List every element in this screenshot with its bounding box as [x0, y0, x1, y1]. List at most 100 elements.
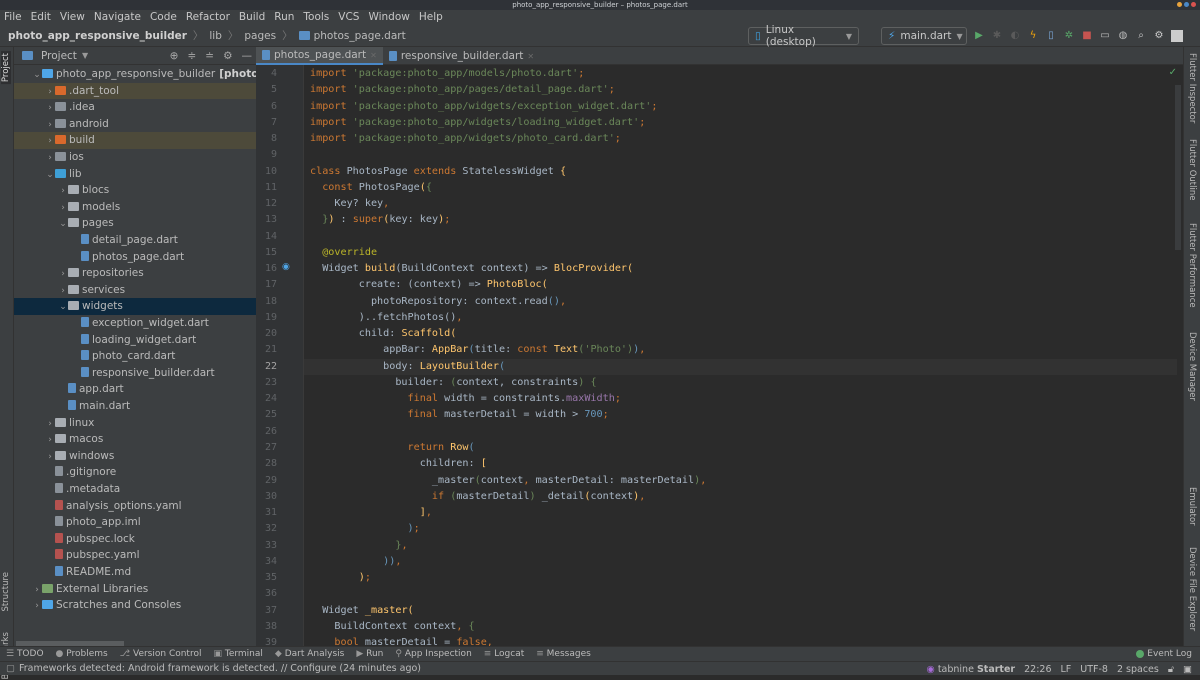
close-button[interactable]	[1191, 2, 1196, 7]
code-line[interactable]: const PhotosPage({	[310, 180, 1183, 196]
code-line[interactable]: ],	[310, 505, 1183, 521]
chevron-right-icon[interactable]: ›	[58, 183, 68, 200]
menu-build[interactable]: Build	[239, 10, 265, 25]
editor-scrollbar[interactable]	[1175, 85, 1181, 250]
code-line[interactable]: BuildContext context, {	[310, 619, 1183, 635]
menu-tools[interactable]: Tools	[303, 10, 329, 25]
run-config-selector[interactable]: ⚡ main.dart ▼	[881, 27, 967, 45]
tree-item[interactable]: › Scratches and Consoles	[14, 597, 256, 614]
hide-icon[interactable]: —	[242, 50, 253, 62]
close-tab-icon[interactable]: ✕	[370, 51, 377, 60]
device-selector[interactable]: ▯ Linux (desktop) ▼	[748, 24, 859, 48]
tree-item[interactable]: › linux	[14, 415, 256, 432]
hot-reload-icon[interactable]: ϟ	[1027, 30, 1039, 42]
attach-debugger-icon[interactable]: ✲	[1063, 30, 1075, 42]
chevron-right-icon[interactable]: ›	[45, 84, 55, 101]
memory-indicator-icon[interactable]: ▣	[1183, 664, 1192, 675]
chevron-down-icon[interactable]: ⌄	[45, 167, 55, 184]
lock-icon[interactable]: 🔓︎	[1168, 664, 1174, 675]
search-icon[interactable]: ⌕	[1135, 30, 1147, 42]
tool-app-inspection[interactable]: ⚲ App Inspection	[395, 649, 471, 659]
hot-restart-icon[interactable]: ▯	[1045, 30, 1057, 42]
chevron-right-icon[interactable]: ›	[58, 200, 68, 217]
locate-file-icon[interactable]: ⊕	[170, 50, 179, 62]
code-line[interactable]: child: Scaffold(	[310, 326, 1183, 342]
menu-help[interactable]: Help	[419, 10, 443, 25]
tree-item[interactable]: responsive_builder.dart	[14, 365, 256, 382]
menu-navigate[interactable]: Navigate	[94, 10, 141, 25]
code-line[interactable]: @override	[310, 245, 1183, 261]
code-line[interactable]: _master(context, masterDetail: masterDet…	[310, 473, 1183, 489]
tool-version-control[interactable]: ⎇ Version Control	[120, 649, 202, 659]
tree-item[interactable]: › External Libraries	[14, 581, 256, 598]
code-line[interactable]	[310, 424, 1183, 440]
chevron-right-icon[interactable]: ›	[58, 283, 68, 300]
code-line[interactable]: children: [	[310, 456, 1183, 472]
tree-item[interactable]: photo_card.dart	[14, 348, 256, 365]
tree-item[interactable]: ⌄ pages	[14, 215, 256, 232]
menu-file[interactable]: File	[4, 10, 22, 25]
tree-item[interactable]: exception_widget.dart	[14, 315, 256, 332]
menu-view[interactable]: View	[60, 10, 85, 25]
code-line[interactable]: import 'package:photo_app/widgets/loadin…	[310, 115, 1183, 131]
override-gutter-icon[interactable]: ◉	[282, 262, 290, 272]
menu-run[interactable]: Run	[274, 10, 294, 25]
tree-item[interactable]: loading_widget.dart	[14, 332, 256, 349]
code-line[interactable]: final width = constraints.maxWidth;	[310, 391, 1183, 407]
event-log-button[interactable]: Event Log	[1136, 649, 1200, 659]
chevron-down-icon[interactable]: ⌄	[32, 67, 42, 84]
avatar[interactable]	[1171, 30, 1183, 42]
run-icon[interactable]: ▶	[973, 30, 985, 42]
code-line[interactable]: import 'package:photo_app/widgets/photo_…	[310, 131, 1183, 147]
chevron-down-icon[interactable]: ⌄	[58, 299, 68, 316]
structure-tool-button[interactable]: Structure	[1, 572, 11, 612]
code-line[interactable]	[310, 147, 1183, 163]
tree-item[interactable]: analysis_options.yaml	[14, 498, 256, 515]
code-line[interactable]: );	[310, 570, 1183, 586]
line-separator[interactable]: LF	[1061, 664, 1072, 675]
tree-item[interactable]: detail_page.dart	[14, 232, 256, 249]
code-line[interactable]: );	[310, 521, 1183, 537]
minimize-button[interactable]	[1177, 2, 1182, 7]
tree-item[interactable]: main.dart	[14, 398, 256, 415]
tree-item[interactable]: › blocs	[14, 182, 256, 199]
tree-item[interactable]: › services	[14, 282, 256, 299]
tree-item[interactable]: README.md	[14, 564, 256, 581]
tabnine-widget[interactable]: ◉ tabnine Starter	[926, 664, 1015, 675]
tool-problems[interactable]: ● Problems	[56, 649, 108, 659]
code-line[interactable]: import 'package:photo_app/widgets/except…	[310, 99, 1183, 115]
tree-item[interactable]: .metadata	[14, 481, 256, 498]
chevron-right-icon[interactable]: ›	[45, 416, 55, 433]
tree-item[interactable]: › models	[14, 199, 256, 216]
code-line[interactable]: import 'package:photo_app/models/photo.d…	[310, 66, 1183, 82]
sdk-manager-icon[interactable]: ◍	[1117, 30, 1129, 42]
tree-item[interactable]: .gitignore	[14, 464, 256, 481]
chevron-right-icon[interactable]: ›	[45, 133, 55, 150]
breadcrumb-file[interactable]: photos_page.dart	[314, 30, 406, 42]
tree-item[interactable]: pubspec.lock	[14, 531, 256, 548]
tool-todo[interactable]: ☰ TODO	[6, 649, 44, 659]
expand-all-icon[interactable]: ≑	[187, 50, 196, 62]
code-line[interactable]: class PhotosPage extends StatelessWidget…	[310, 164, 1183, 180]
tree-item[interactable]: app.dart	[14, 381, 256, 398]
project-tool-button[interactable]: Project	[1, 51, 11, 85]
debug-icon[interactable]: ✱	[991, 30, 1003, 42]
tree-item[interactable]: › .idea	[14, 99, 256, 116]
code-line[interactable]: return Row(	[310, 440, 1183, 456]
code-line[interactable]: import 'package:photo_app/pages/detail_p…	[310, 82, 1183, 98]
code-line[interactable]: Widget _master(	[310, 603, 1183, 619]
menu-edit[interactable]: Edit	[31, 10, 51, 25]
tree-item[interactable]: › android	[14, 116, 256, 133]
chevron-down-icon[interactable]: ▼	[82, 51, 88, 60]
tree-item[interactable]: ⌄ widgets	[14, 298, 256, 315]
file-encoding[interactable]: UTF-8	[1080, 664, 1108, 675]
project-view-selector[interactable]: Project	[41, 50, 77, 62]
indent-setting[interactable]: 2 spaces	[1117, 664, 1159, 675]
code-line[interactable]: },	[310, 538, 1183, 554]
chevron-right-icon[interactable]: ›	[32, 598, 42, 615]
tool-flutter-performance[interactable]: Flutter Performance	[1187, 223, 1197, 308]
gear-icon[interactable]: ⚙	[223, 50, 232, 62]
menu-window[interactable]: Window	[368, 10, 409, 25]
device-manager-icon[interactable]: ▭	[1099, 30, 1111, 42]
tree-item[interactable]: › build	[14, 132, 256, 149]
